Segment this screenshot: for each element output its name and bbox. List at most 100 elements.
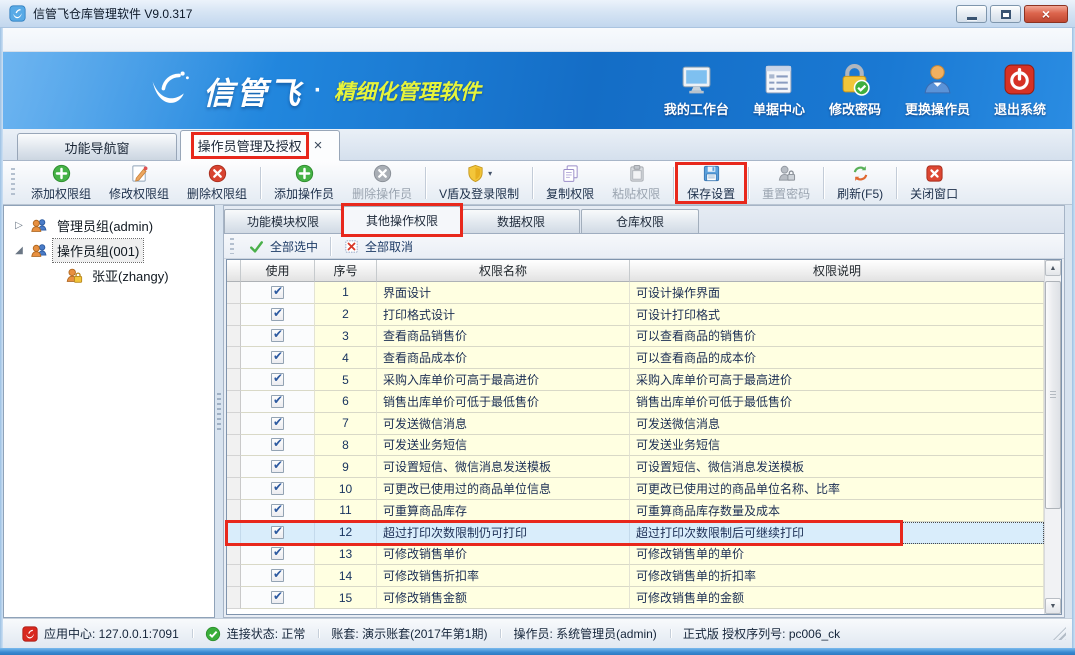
main-area: ▷管理员组(admin)◢操作员组(001)张亚(zhangy) 功能模块权限其… bbox=[3, 205, 1072, 618]
status-operator: 操作员: 系统管理员(admin) bbox=[500, 625, 669, 642]
row-checkbox[interactable] bbox=[271, 569, 284, 582]
tree-expander-icon[interactable]: ◢ bbox=[13, 245, 25, 256]
permission-table: 使用 序号 权限名称 权限说明 1界面设计可设计操作界面2打印格式设计可设计打印… bbox=[226, 259, 1062, 615]
perm-tab-other-operations[interactable]: 其他操作权限 bbox=[343, 206, 461, 234]
banner-action-switch-operator[interactable]: 更换操作员 bbox=[905, 63, 970, 118]
row-checkbox[interactable] bbox=[271, 482, 284, 495]
toolbar-button-label: 删除操作员 bbox=[352, 185, 412, 202]
toolbar-button-paste-permissions[interactable]: ▾粘贴权限 bbox=[603, 163, 669, 203]
splitter-grip bbox=[217, 393, 221, 431]
table-row[interactable]: 9可设置短信、微信消息发送模板可设置短信、微信消息发送模板 bbox=[227, 456, 1044, 478]
toolbar-button-copy-permissions[interactable]: ▾复制权限 bbox=[537, 163, 603, 203]
panel-splitter[interactable] bbox=[215, 205, 223, 618]
table-row[interactable]: 4查看商品成本价可以查看商品的成本价 bbox=[227, 347, 1044, 369]
header-permission-name[interactable]: 权限名称 bbox=[377, 260, 630, 282]
table-row[interactable]: 3查看商品销售价可以查看商品的销售价 bbox=[227, 326, 1044, 348]
menu-window[interactable] bbox=[32, 37, 54, 43]
table-row[interactable]: 13可修改销售单价可修改销售单的单价 bbox=[227, 544, 1044, 566]
selection-toolbar-grip[interactable] bbox=[230, 238, 234, 254]
dropdown-caret-icon[interactable]: ▾ bbox=[488, 169, 492, 178]
row-checkbox[interactable] bbox=[271, 373, 284, 386]
toolbar-button-delete-permission-group[interactable]: ▾删除权限组 bbox=[178, 163, 256, 203]
toolbar-button-add-permission-group[interactable]: ▾添加权限组 bbox=[22, 163, 100, 203]
toolbar-button-save-settings[interactable]: ▾保存设置 bbox=[678, 163, 744, 203]
table-row[interactable]: 12超过打印次数限制仍可打印超过打印次数限制后可继续打印 bbox=[227, 522, 1044, 544]
header-use[interactable]: 使用 bbox=[241, 260, 315, 282]
perm-tab-warehouse[interactable]: 仓库权限 bbox=[581, 209, 699, 233]
table-row[interactable]: 8可发送业务短信可发送业务短信 bbox=[227, 435, 1044, 457]
table-body: 1界面设计可设计操作界面2打印格式设计可设计打印格式3查看商品销售价可以查看商品… bbox=[227, 282, 1044, 609]
status-connection: 连接状态: 正常 bbox=[192, 625, 319, 642]
menu-system[interactable] bbox=[10, 37, 32, 43]
row-checkbox[interactable] bbox=[271, 329, 284, 342]
table-row[interactable]: 6销售出库单价可低于最低售价销售出库单价可低于最低售价 bbox=[227, 391, 1044, 413]
row-checkbox[interactable] bbox=[271, 417, 284, 430]
status-license: 正式版 授权序列号: pc006_ck bbox=[670, 625, 853, 642]
resize-grip[interactable] bbox=[1053, 627, 1066, 640]
row-number: 11 bbox=[315, 500, 377, 522]
minimize-button[interactable] bbox=[956, 5, 987, 23]
perm-tab-function-module[interactable]: 功能模块权限 bbox=[224, 209, 342, 233]
tree-item-operator-group[interactable]: ◢操作员组(001) bbox=[4, 238, 214, 263]
toolbar-button-refresh[interactable]: ▾刷新(F5) bbox=[828, 163, 892, 203]
table-row[interactable]: 11可重算商品库存可重算商品库存数量及成本 bbox=[227, 500, 1044, 522]
table-row[interactable]: 2打印格式设计可设计打印格式 bbox=[227, 304, 1044, 326]
table-row[interactable]: 7可发送微信消息可发送微信消息 bbox=[227, 413, 1044, 435]
scrollbar-track[interactable] bbox=[1045, 276, 1061, 598]
toolbar-button-vshield-login-limit[interactable]: ▾V盾及登录限制 bbox=[430, 163, 528, 203]
tab-function-nav[interactable]: 功能导航窗 bbox=[17, 133, 177, 160]
group-icon bbox=[30, 217, 48, 235]
tree-item-zhangy[interactable]: 张亚(zhangy) bbox=[4, 263, 214, 288]
row-checkbox[interactable] bbox=[271, 308, 284, 321]
toolbar-button-reset-password[interactable]: ▾重置密码 bbox=[753, 163, 819, 203]
deselect-all-button[interactable]: 全部取消 bbox=[335, 236, 422, 257]
table-row[interactable]: 14可修改销售折扣率可修改销售单的折扣率 bbox=[227, 565, 1044, 587]
table-row[interactable]: 5采购入库单价可高于最高进价采购入库单价可高于最高进价 bbox=[227, 369, 1044, 391]
table-row[interactable]: 15可修改销售金额可修改销售单的金额 bbox=[227, 587, 1044, 609]
scroll-up-button[interactable]: ▲ bbox=[1045, 260, 1061, 276]
tree-expander-icon[interactable]: ▷ bbox=[13, 220, 25, 231]
row-checkbox[interactable] bbox=[271, 460, 284, 473]
row-checkbox[interactable] bbox=[271, 526, 284, 539]
toolbar-button-delete-operator[interactable]: ▾删除操作员 bbox=[343, 163, 421, 203]
row-checkbox[interactable] bbox=[271, 351, 284, 364]
power-icon bbox=[1003, 63, 1036, 96]
banner-action-workstation[interactable]: 我的工作台 bbox=[664, 63, 729, 118]
menu-help[interactable] bbox=[54, 37, 76, 43]
row-number: 7 bbox=[315, 413, 377, 435]
row-permission-desc: 可设置短信、微信消息发送模板 bbox=[630, 456, 1044, 478]
row-checkbox[interactable] bbox=[271, 547, 284, 560]
row-checkbox[interactable] bbox=[271, 591, 284, 604]
close-button[interactable] bbox=[1024, 5, 1068, 23]
scrollbar-thumb[interactable] bbox=[1045, 281, 1061, 509]
tree-item-admin-group[interactable]: ▷管理员组(admin) bbox=[4, 213, 214, 238]
row-checkbox[interactable] bbox=[271, 286, 284, 299]
perm-tab-data[interactable]: 数据权限 bbox=[462, 209, 580, 233]
row-permission-name: 可设置短信、微信消息发送模板 bbox=[377, 456, 630, 478]
row-checkbox[interactable] bbox=[271, 438, 284, 451]
tab-operator-management[interactable]: 操作员管理及授权× bbox=[180, 130, 340, 161]
row-checkbox[interactable] bbox=[271, 504, 284, 517]
row-permission-name: 界面设计 bbox=[377, 282, 630, 304]
table-row[interactable]: 10可更改已使用过的商品单位信息可更改已使用过的商品单位名称、比率 bbox=[227, 478, 1044, 500]
banner-action-change-password[interactable]: 修改密码 bbox=[829, 63, 881, 118]
banner-action-exit[interactable]: 退出系统 bbox=[994, 63, 1046, 118]
toolbar-button-add-operator[interactable]: ▾添加操作员 bbox=[265, 163, 343, 203]
header-permission-desc[interactable]: 权限说明 bbox=[630, 260, 1044, 282]
scroll-down-button[interactable]: ▼ bbox=[1045, 598, 1061, 614]
toolbar-grip[interactable] bbox=[11, 168, 15, 198]
maximize-button[interactable] bbox=[990, 5, 1021, 23]
banner-action-document-center[interactable]: 单据中心 bbox=[753, 63, 805, 118]
toolbar-button-edit-permission-group[interactable]: ▾修改权限组 bbox=[100, 163, 178, 203]
row-checkbox[interactable] bbox=[271, 395, 284, 408]
header-number[interactable]: 序号 bbox=[315, 260, 377, 282]
select-all-button[interactable]: 全部选中 bbox=[240, 236, 327, 257]
tab-label: 功能导航窗 bbox=[64, 138, 129, 157]
toolbar-button-close-window[interactable]: ▾关闭窗口 bbox=[901, 163, 967, 203]
copy-icon bbox=[561, 164, 580, 183]
table-row[interactable]: 1界面设计可设计操作界面 bbox=[227, 282, 1044, 304]
row-indicator bbox=[227, 326, 241, 348]
vertical-scrollbar[interactable]: ▲ ▼ bbox=[1044, 260, 1061, 614]
applogo-icon bbox=[22, 626, 38, 642]
tab-close-icon[interactable]: × bbox=[314, 138, 323, 153]
